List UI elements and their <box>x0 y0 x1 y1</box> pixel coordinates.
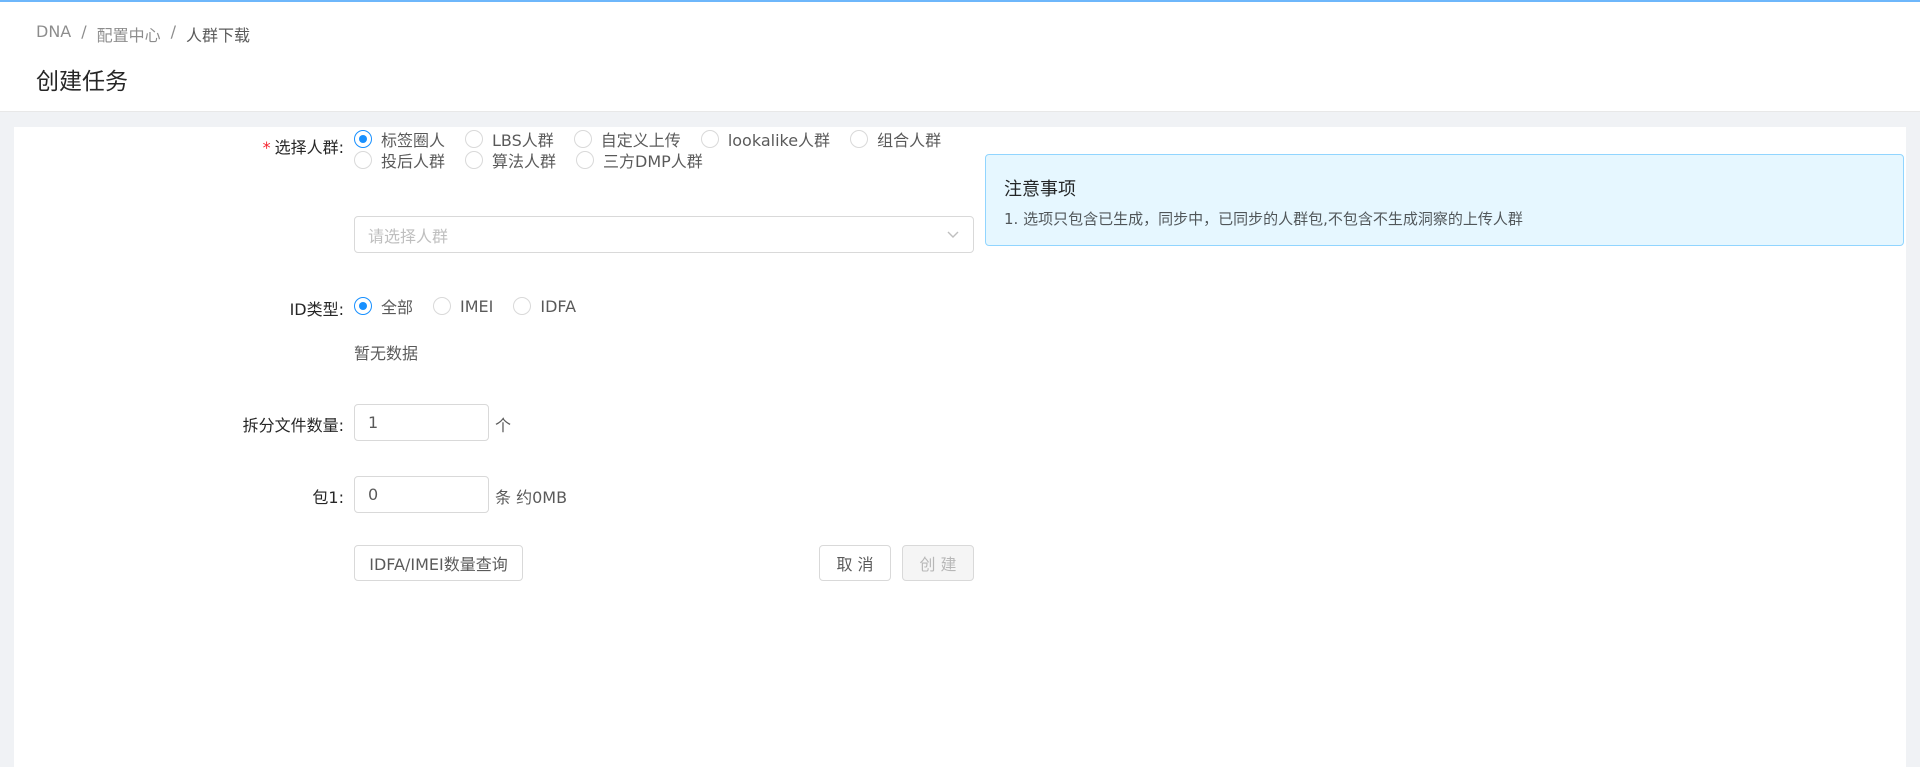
radio-label: IDFA <box>540 296 577 316</box>
radio-id-imei[interactable]: IMEI <box>433 297 493 316</box>
id-type-radio-group: 全部 IMEI IDFA <box>354 295 576 317</box>
radio-label: 全部 <box>381 298 414 317</box>
radio-id-idfa[interactable]: IDFA <box>513 297 576 316</box>
radio-third-party-dmp-audience[interactable]: 三方DMP人群 <box>576 148 703 172</box>
radio-dot <box>700 130 719 148</box>
audience-label: * 选择人群: <box>263 134 344 158</box>
page-title: 创建任务 <box>36 69 128 95</box>
radio-post-campaign-audience[interactable]: 投后人群 <box>354 148 445 172</box>
radio-dot <box>354 130 372 148</box>
radio-algorithm-audience[interactable]: 算法人群 <box>465 148 556 172</box>
breadcrumb-item-config-center[interactable]: 配置中心 <box>97 22 161 46</box>
radio-label: 投后人群 <box>381 152 446 171</box>
empty-data-text: 暂无数据 <box>354 344 419 363</box>
chevron-down-icon <box>947 231 959 238</box>
cancel-button[interactable]: 取 消 <box>819 545 891 581</box>
page-header: DNA / 配置中心 / 人群下载 创建任务 <box>0 2 1920 112</box>
audience-radio-row-2: 投后人群 算法人群 三方DMP人群 <box>354 149 703 171</box>
package1-label: 包1: <box>312 488 344 507</box>
breadcrumb-separator: / <box>81 22 87 41</box>
audience-label-text: 选择人群: <box>274 138 344 157</box>
radio-label: IMEI <box>460 296 494 316</box>
notice-box: 注意事项 1. 选项只包含已生成，同步中，已同步的人群包,不包含不生成洞察的上传… <box>985 154 1904 246</box>
radio-lookalike-audience[interactable]: lookalike人群 <box>700 127 831 151</box>
radio-id-all[interactable]: 全部 <box>354 294 413 318</box>
radio-dot <box>465 151 484 169</box>
breadcrumb: DNA / 配置中心 / 人群下载 <box>36 22 250 46</box>
notice-text: 1. 选项只包含已生成，同步中，已同步的人群包,不包含不生成洞察的上传人群 <box>1004 210 1523 228</box>
breadcrumb-item-audience-download: 人群下载 <box>186 26 251 45</box>
package1-input[interactable] <box>354 476 489 513</box>
breadcrumb-item-dna[interactable]: DNA <box>36 22 71 46</box>
id-type-label: ID类型: <box>289 300 344 319</box>
breadcrumb-separator: / <box>170 22 177 41</box>
package1-unit: 条 约0MB <box>495 488 568 507</box>
radio-dot <box>513 297 532 315</box>
radio-dot <box>433 297 452 315</box>
radio-label: 组合人群 <box>877 131 942 150</box>
split-count-unit: 个 <box>495 416 512 435</box>
required-mark: * <box>262 138 271 157</box>
audience-select-placeholder: 请选择人群 <box>368 226 449 246</box>
radio-label: lookalike人群 <box>727 131 831 150</box>
notice-title: 注意事项 <box>1004 179 1076 200</box>
idfa-imei-query-button[interactable]: IDFA/IMEI数量查询 <box>354 545 523 581</box>
form-card: * 选择人群: 标签圈人 LBS人群 自定义上传 lookalike人群 组合人群… <box>14 127 1906 767</box>
radio-label: 算法人群 <box>492 152 557 171</box>
radio-dot <box>850 130 869 148</box>
audience-select[interactable]: 请选择人群 <box>354 216 974 253</box>
radio-dot <box>576 151 595 169</box>
split-count-input[interactable] <box>354 404 489 441</box>
radio-dot <box>573 130 592 148</box>
radio-combined-audience[interactable]: 组合人群 <box>850 127 941 151</box>
radio-dot <box>354 151 372 169</box>
radio-dot <box>465 130 484 148</box>
split-count-label: 拆分文件数量: <box>242 416 344 435</box>
radio-dot <box>354 297 372 315</box>
radio-label: 三方DMP人群 <box>603 152 703 171</box>
create-button[interactable]: 创 建 <box>902 545 974 581</box>
